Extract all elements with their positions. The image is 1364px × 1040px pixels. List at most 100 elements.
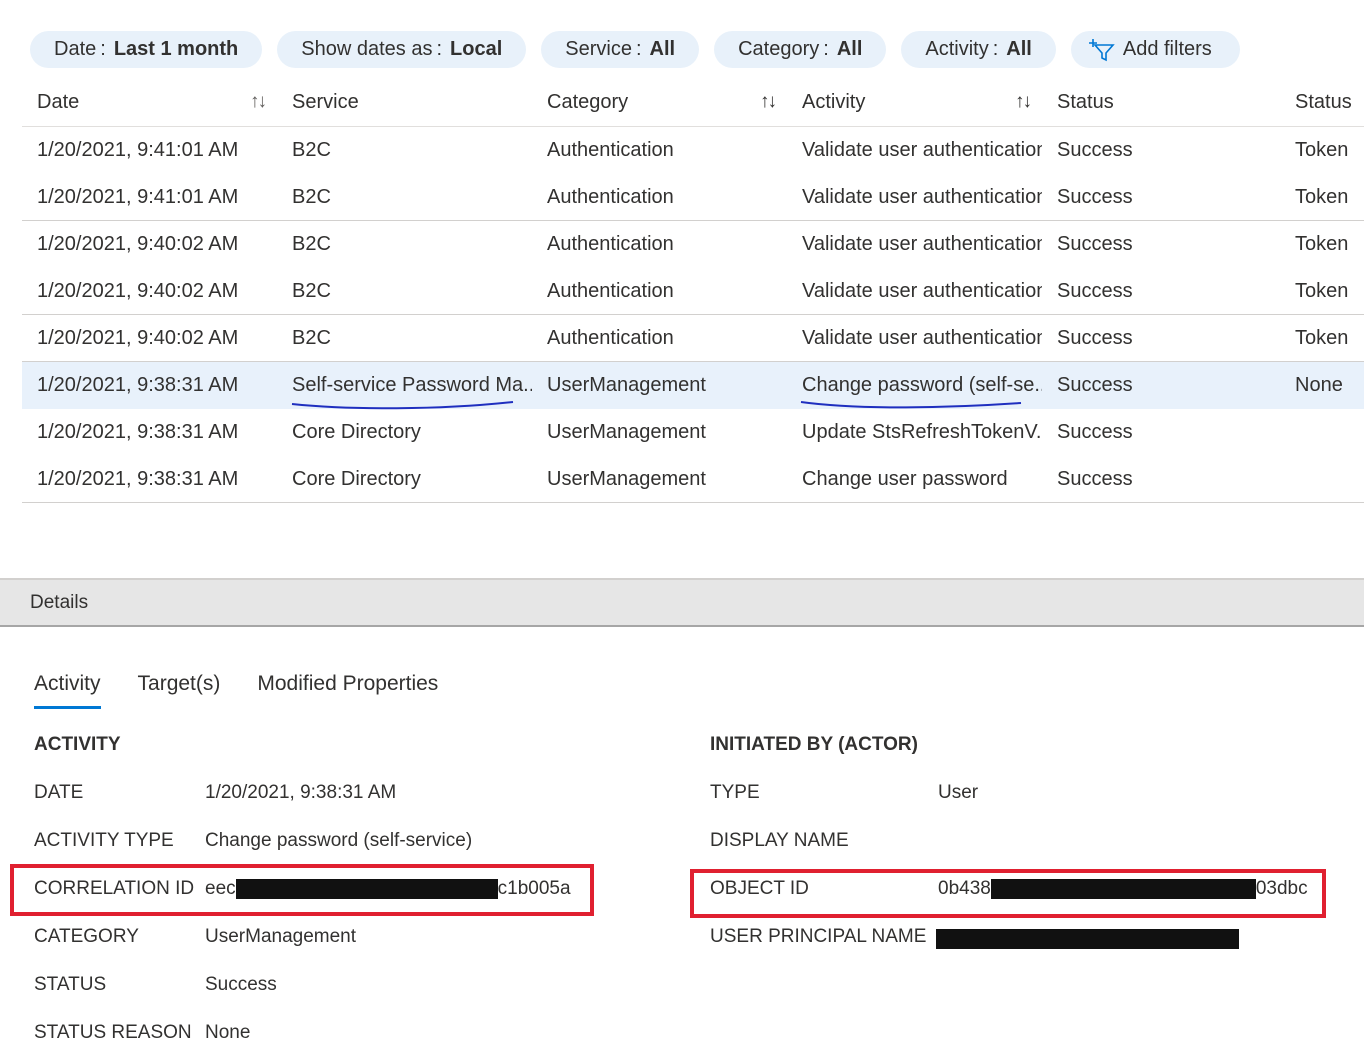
details-tabs: Activity Target(s) Modified Properties <box>34 672 438 709</box>
cell-activity: Validate user authentication <box>802 233 1042 255</box>
field-label: USER PRINCIPAL NAME <box>710 926 927 947</box>
filter-label: Show dates as <box>301 38 433 60</box>
cell-status: Success <box>1057 139 1133 161</box>
filter-label: Service <box>565 38 632 60</box>
cell-status: Success <box>1057 233 1133 255</box>
cell-activity: Change password (self-se... <box>802 374 1042 396</box>
cell-status: Success <box>1057 467 1133 490</box>
cell-category: Authentication <box>547 185 674 208</box>
add-filters-label: Add filters <box>1122 38 1212 60</box>
column-header-service[interactable]: Service <box>277 91 532 114</box>
field-label: ACTIVITY TYPE <box>34 830 174 851</box>
cell-status: Success <box>1057 185 1133 208</box>
table-header: Date ↑↓ Service Category ↑↓ Activity ↑↓ Sta… <box>22 78 1364 127</box>
highlight-box-correlation-id <box>10 864 594 916</box>
header-label: Status <box>1295 90 1352 113</box>
field-label: STATUS REASON <box>34 1022 192 1040</box>
cell-service: Core Directory <box>292 421 421 443</box>
cell-category: Authentication <box>547 139 674 161</box>
column-header-date[interactable]: Date ↑↓ <box>22 91 277 114</box>
filter-value: All <box>1006 38 1032 60</box>
cell-date: 1/20/2021, 9:38:31 AM <box>37 374 239 396</box>
filter-pill-show-dates[interactable]: Show dates as: Local <box>277 31 527 68</box>
cell-status: Success <box>1057 279 1133 302</box>
details-pane-header[interactable]: Details <box>0 578 1364 627</box>
cell-status-reason: Token <box>1295 185 1349 208</box>
field-value: User <box>938 782 979 803</box>
status-reason-row: STATUS REASON None <box>34 1022 250 1040</box>
table-row[interactable]: 1/20/2021, 9:40:02 AM B2C Authentication… <box>22 315 1364 362</box>
filter-label: Category <box>738 38 820 60</box>
cell-service: B2C <box>292 185 331 208</box>
tab-modified-properties[interactable]: Modified Properties <box>257 672 438 709</box>
activity-date-row: DATE 1/20/2021, 9:38:31 AM <box>34 782 396 804</box>
cell-service: Self-service Password Ma... <box>292 374 532 396</box>
cell-category: Authentication <box>547 326 674 349</box>
add-filter-icon <box>1088 38 1115 61</box>
sort-icon[interactable]: ↑↓ <box>760 91 777 113</box>
cell-service: B2C <box>292 139 331 161</box>
details-title: Details <box>30 591 89 613</box>
column-header-status[interactable]: Status <box>1042 91 1295 114</box>
table-row[interactable]: 1/20/2021, 9:40:02 AM B2C Authentication… <box>22 268 1364 315</box>
filter-value: Last 1 month <box>113 38 239 60</box>
column-header-category[interactable]: Category ↑↓ <box>532 91 787 114</box>
field-value: Change password (self-service) <box>205 830 473 851</box>
header-label: Service <box>292 90 359 113</box>
tab-activity[interactable]: Activity <box>34 672 101 709</box>
cell-date: 1/20/2021, 9:40:02 AM <box>37 326 239 349</box>
cell-status: Success <box>1057 326 1133 349</box>
header-label: Date <box>37 90 80 113</box>
cell-status-reason: Token <box>1295 279 1349 302</box>
column-header-status-reason[interactable]: Status <box>1295 91 1364 114</box>
filter-bar: Date: Last 1 month Show dates as: Local Se… <box>30 31 1240 68</box>
tab-targets[interactable]: Target(s) <box>138 672 221 709</box>
audit-log-table: Date ↑↓ Service Category ↑↓ Activity ↑↓ Sta… <box>22 78 1364 503</box>
cell-activity: Validate user authentication <box>802 185 1042 208</box>
table-row[interactable]: 1/20/2021, 9:38:31 AM Core Directory Use… <box>22 409 1364 456</box>
field-label: DATE <box>34 782 84 803</box>
field-label: DISPLAY NAME <box>710 830 849 851</box>
table-row[interactable]: 1/20/2021, 9:41:01 AM B2C Authentication… <box>22 174 1364 221</box>
activity-type-row: ACTIVITY TYPE Change password (self-serv… <box>34 830 472 852</box>
status-row: STATUS Success <box>34 974 277 996</box>
filter-pill-category[interactable]: Category: All <box>714 31 887 68</box>
sort-icon[interactable]: ↑↓ <box>250 91 267 113</box>
cell-activity: Validate user authentication <box>802 139 1042 161</box>
cell-status: Success <box>1057 374 1133 396</box>
add-filters-button[interactable]: Add filters <box>1070 31 1240 68</box>
cell-service: Core Directory <box>292 467 421 490</box>
cell-status: Success <box>1057 421 1133 443</box>
header-label: Category <box>547 90 629 113</box>
cell-date: 1/20/2021, 9:40:02 AM <box>37 279 239 302</box>
cell-date: 1/20/2021, 9:41:01 AM <box>37 139 239 161</box>
cell-date: 1/20/2021, 9:38:31 AM <box>37 467 239 490</box>
table-row[interactable]: 1/20/2021, 9:38:31 AM Core Directory Use… <box>22 456 1364 503</box>
cell-activity: Change user password <box>802 467 1008 490</box>
field-value: 1/20/2021, 9:38:31 AM <box>205 782 397 803</box>
table-row[interactable]: 1/20/2021, 9:40:02 AM B2C Authentication… <box>22 221 1364 268</box>
cell-date: 1/20/2021, 9:41:01 AM <box>37 185 239 208</box>
header-label: Activity <box>802 90 866 113</box>
cell-status-reason: Token <box>1295 326 1349 349</box>
cell-service: B2C <box>292 279 331 302</box>
cell-activity: Validate user authentication <box>802 326 1042 349</box>
redaction-block <box>936 928 1239 949</box>
upn-value <box>936 928 1239 950</box>
table-row-selected[interactable]: 1/20/2021, 9:38:31 AM Self-service Passw… <box>22 362 1364 410</box>
field-value: UserManagement <box>205 926 357 947</box>
column-header-activity[interactable]: Activity ↑↓ <box>787 91 1042 114</box>
cell-status-reason: Token <box>1295 233 1349 255</box>
category-row: CATEGORY UserManagement <box>34 926 356 948</box>
header-label: Status <box>1057 90 1114 113</box>
activity-section-title: ACTIVITY <box>34 734 121 755</box>
cell-category: UserManagement <box>547 421 706 443</box>
filter-pill-activity[interactable]: Activity: All <box>901 31 1056 68</box>
filter-pill-service[interactable]: Service: All <box>541 31 700 68</box>
filter-pill-date[interactable]: Date: Last 1 month <box>30 31 263 68</box>
sort-icon[interactable]: ↑↓ <box>1015 91 1032 113</box>
cell-service: B2C <box>292 326 331 349</box>
table-row[interactable]: 1/20/2021, 9:41:01 AM B2C Authentication… <box>22 127 1364 174</box>
cell-status-reason: Token <box>1295 139 1349 161</box>
filter-value: Local <box>450 38 503 60</box>
